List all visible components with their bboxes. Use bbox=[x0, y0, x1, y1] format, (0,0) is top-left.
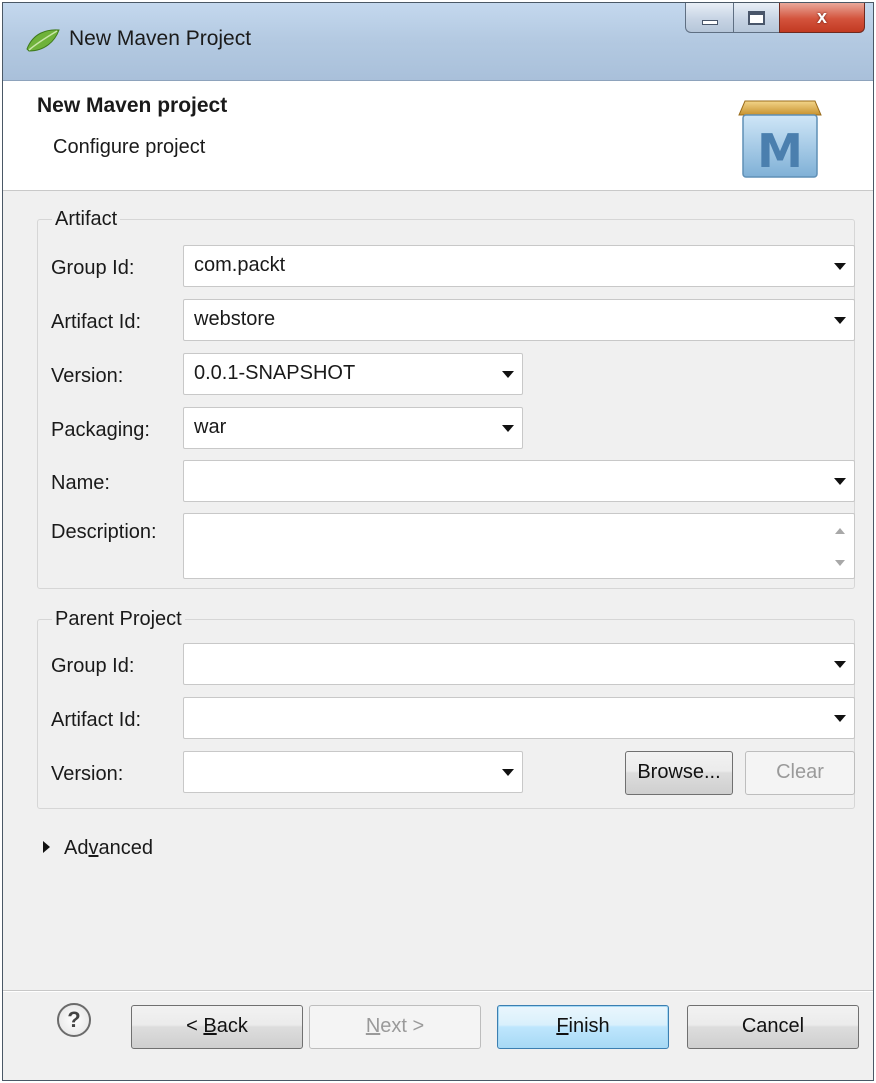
advanced-toggle[interactable]: Advanced bbox=[43, 837, 153, 860]
minimize-button[interactable] bbox=[685, 3, 733, 33]
window-controls: x bbox=[685, 3, 865, 33]
parent-group-id-label: Group Id: bbox=[51, 655, 135, 677]
spring-leaf-icon bbox=[26, 29, 60, 52]
chevron-down-icon[interactable] bbox=[834, 715, 846, 722]
back-label-pre: < bbox=[186, 1015, 204, 1037]
version-value: 0.0.1-SNAPSHOT bbox=[194, 362, 356, 384]
chevron-down-icon[interactable] bbox=[834, 263, 846, 270]
artifact-id-combo[interactable]: webstore bbox=[183, 299, 855, 341]
next-button[interactable]: Next > bbox=[309, 1005, 481, 1049]
maven-logo-letter: M bbox=[757, 124, 803, 178]
close-button[interactable]: x bbox=[779, 3, 865, 33]
parent-artifact-id-label: Artifact Id: bbox=[51, 709, 142, 731]
window-title: New Maven Project bbox=[69, 27, 252, 50]
chevron-down-icon[interactable] bbox=[834, 317, 846, 324]
help-icon[interactable]: ? bbox=[57, 1003, 91, 1037]
maven-logo-icon: M bbox=[738, 100, 822, 178]
packaging-value: war bbox=[194, 416, 227, 438]
finish-label-post: inish bbox=[568, 1015, 610, 1037]
parent-project-group-label: Parent Project bbox=[52, 608, 185, 630]
parent-group-id-combo[interactable] bbox=[183, 643, 855, 685]
chevron-down-icon[interactable] bbox=[502, 425, 514, 432]
name-combo[interactable] bbox=[183, 460, 855, 502]
footer-divider bbox=[3, 990, 873, 992]
finish-label-mnemonic: F bbox=[556, 1015, 569, 1037]
wizard-header: New Maven project Configure project M bbox=[3, 81, 873, 191]
back-button[interactable]: < Back bbox=[131, 1005, 303, 1049]
page-title: New Maven project bbox=[37, 94, 228, 117]
artifact-group-id-value: com.packt bbox=[194, 254, 286, 276]
packaging-combo[interactable]: war bbox=[183, 407, 523, 449]
parent-version-label: Version: bbox=[51, 763, 124, 785]
version-combo[interactable]: 0.0.1-SNAPSHOT bbox=[183, 353, 523, 395]
title-bar[interactable]: New Maven Project x bbox=[3, 3, 873, 81]
advanced-label-post: anced bbox=[98, 837, 153, 859]
artifact-group-label: Artifact bbox=[52, 208, 121, 230]
chevron-down-icon[interactable] bbox=[834, 661, 846, 668]
parent-version-combo[interactable] bbox=[183, 751, 523, 793]
artifact-id-value: webstore bbox=[194, 308, 276, 330]
browse-button[interactable]: Browse... bbox=[625, 751, 733, 795]
description-scrollbar[interactable] bbox=[828, 516, 852, 576]
description-label: Description: bbox=[51, 521, 157, 543]
page-subtitle: Configure project bbox=[53, 136, 206, 158]
chevron-down-icon[interactable] bbox=[502, 371, 514, 378]
clear-button[interactable]: Clear bbox=[745, 751, 855, 795]
new-maven-project-dialog: New Maven Project x New Maven project Co… bbox=[2, 2, 874, 1081]
cancel-button[interactable]: Cancel bbox=[687, 1005, 859, 1049]
artifact-group-id-label: Group Id: bbox=[51, 257, 135, 279]
back-label-post: ack bbox=[216, 1015, 248, 1037]
scroll-down-icon[interactable] bbox=[835, 560, 845, 566]
parent-artifact-id-combo[interactable] bbox=[183, 697, 855, 739]
maximize-icon bbox=[748, 10, 765, 25]
triangle-right-icon bbox=[43, 841, 50, 854]
description-textarea[interactable] bbox=[183, 513, 855, 579]
next-label-mnemonic: N bbox=[365, 1015, 381, 1037]
name-label: Name: bbox=[51, 472, 110, 494]
maximize-button[interactable] bbox=[733, 3, 779, 33]
chevron-down-icon[interactable] bbox=[502, 769, 514, 776]
minimize-icon bbox=[701, 20, 718, 25]
advanced-label-mnemonic: v bbox=[88, 837, 99, 859]
finish-button[interactable]: Finish bbox=[497, 1005, 669, 1049]
version-label: Version: bbox=[51, 365, 124, 387]
scroll-up-icon[interactable] bbox=[835, 528, 845, 534]
chevron-down-icon[interactable] bbox=[834, 478, 846, 485]
next-label-post: ext > bbox=[380, 1015, 425, 1037]
artifact-id-label: Artifact Id: bbox=[51, 311, 142, 333]
artifact-group-id-combo[interactable]: com.packt bbox=[183, 245, 855, 287]
advanced-label-pre: Ad bbox=[64, 837, 89, 859]
packaging-label: Packaging: bbox=[51, 419, 150, 441]
close-icon: x bbox=[816, 7, 827, 27]
back-label-mnemonic: B bbox=[203, 1015, 217, 1037]
